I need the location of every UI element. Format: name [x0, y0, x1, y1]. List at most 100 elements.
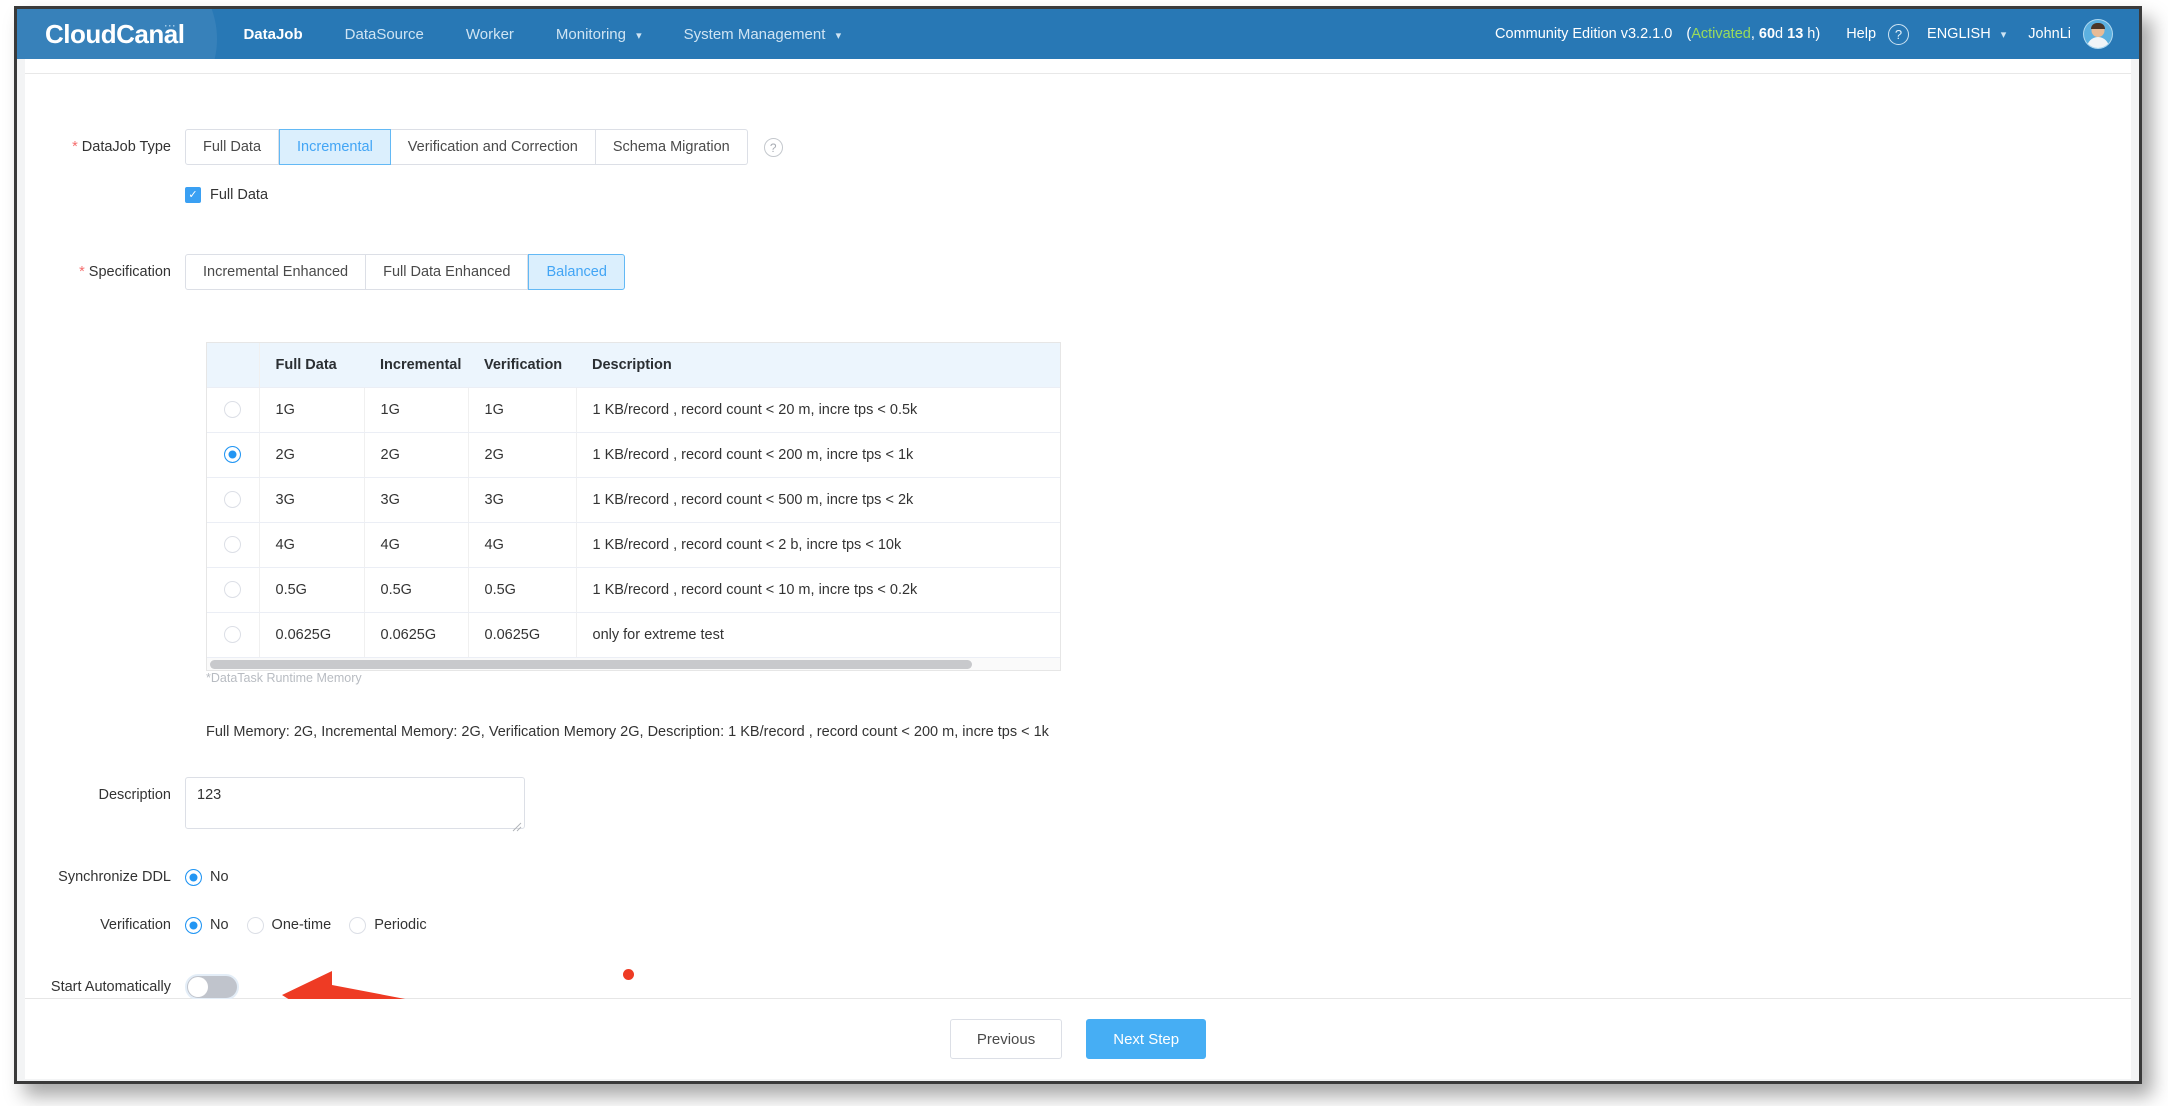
full-data-checkbox-label: Full Data [210, 187, 268, 203]
memory-summary-text: Full Memory: 2G, Incremental Memory: 2G,… [206, 724, 1049, 740]
license-days-value: 60 [1759, 26, 1775, 42]
language-selector[interactable]: ENGLISH ▾ [1927, 26, 2006, 42]
tab-full-data-label: Full Data [203, 139, 261, 155]
radio-button[interactable] [224, 626, 241, 643]
chevron-down-icon: ▾ [2001, 28, 2007, 41]
tab-schema-migration-label: Schema Migration [613, 139, 730, 155]
radio-label: No [210, 869, 229, 885]
tab-schema-migration[interactable]: Schema Migration [596, 129, 748, 165]
browser-frame: CloudCanal ··· DataJob DataSource Worker… [14, 6, 2142, 1084]
nav-item-monitoring-label: Monitoring [556, 26, 626, 43]
radio-button[interactable] [224, 401, 241, 418]
help-link[interactable]: Help [1846, 26, 1876, 42]
cell-full-data: 4G [259, 522, 364, 567]
cell-description: 1 KB/record , record count < 500 m, incr… [576, 477, 1060, 522]
specification-table-grid: Full Data Incremental Verification Descr… [207, 343, 1060, 657]
datajob-type-label-text: DataJob Type [82, 139, 171, 155]
col-incremental: Incremental [364, 343, 468, 387]
nav-item-monitoring[interactable]: Monitoring ▾ [556, 26, 642, 43]
tab-incremental-label: Incremental [297, 139, 373, 155]
license-status: (Activated, 60d 13 h) [1686, 26, 1820, 42]
top-navigation-bar: CloudCanal ··· DataJob DataSource Worker… [17, 9, 2139, 59]
row-radio-cell[interactable] [207, 522, 259, 567]
app-logo[interactable]: CloudCanal ··· [45, 19, 184, 50]
radio-button[interactable] [247, 917, 264, 934]
table-row[interactable]: 3G 3G 3G 1 KB/record , record count < 50… [207, 477, 1060, 522]
row-radio-cell[interactable] [207, 387, 259, 432]
table-row[interactable]: 0.0625G 0.0625G 0.0625G only for extreme… [207, 612, 1060, 657]
tab-balanced[interactable]: Balanced [528, 254, 624, 290]
nav-right-section: Community Edition v3.2.1.0 (Activated, 6… [1495, 19, 2139, 49]
radio-button[interactable] [349, 917, 366, 934]
avatar[interactable] [2083, 19, 2113, 49]
specification-table-head: Full Data Incremental Verification Descr… [207, 343, 1060, 387]
question-mark-icon[interactable]: ? [1888, 24, 1909, 45]
table-row[interactable]: 1G 1G 1G 1 KB/record , record count < 20… [207, 387, 1060, 432]
help-link-label: Help [1846, 26, 1876, 42]
runtime-memory-note: *DataTask Runtime Memory [206, 671, 362, 685]
table-row[interactable]: 2G 2G 2G 1 KB/record , record count < 20… [207, 432, 1060, 477]
check-mark-glyph: ✓ [188, 190, 197, 201]
tab-incremental-enhanced[interactable]: Incremental Enhanced [185, 254, 366, 290]
radio-button[interactable] [224, 581, 241, 598]
license-comma: , [1751, 26, 1759, 42]
next-step-button-label: Next Step [1113, 1031, 1179, 1048]
username-label[interactable]: JohnLi [2028, 26, 2071, 42]
tab-balanced-label: Balanced [546, 264, 606, 280]
logo-dots-decoration: ··· [164, 21, 176, 31]
help-glyph: ? [770, 141, 777, 155]
full-data-checkbox[interactable]: ✓ Full Data [185, 187, 268, 203]
description-input[interactable] [185, 777, 525, 829]
verification-label: Verification [25, 907, 185, 943]
radio-verification-periodic[interactable]: Periodic [349, 917, 426, 934]
table-header-row: Full Data Incremental Verification Descr… [207, 343, 1060, 387]
radio-button[interactable] [224, 491, 241, 508]
tab-full-data[interactable]: Full Data [185, 129, 279, 165]
start-automatically-control [185, 969, 239, 1000]
specification-label: *Specification [25, 254, 185, 290]
row-radio-cell[interactable] [207, 612, 259, 657]
verification-options: No One-time Periodic [185, 907, 445, 943]
cell-full-data: 3G [259, 477, 364, 522]
scrollbar-thumb[interactable] [210, 660, 972, 669]
radio-synchronize-ddl-no[interactable]: No [185, 869, 229, 886]
row-radio-cell[interactable] [207, 477, 259, 522]
nav-item-system-management[interactable]: System Management ▾ [684, 26, 841, 43]
cell-verification: 1G [468, 387, 576, 432]
cell-verification: 3G [468, 477, 576, 522]
radio-button-selected[interactable] [185, 917, 202, 934]
tab-incremental[interactable]: Incremental [279, 129, 391, 165]
cell-incremental: 4G [364, 522, 468, 567]
table-horizontal-scrollbar[interactable] [207, 657, 1060, 670]
table-row[interactable]: 0.5G 0.5G 0.5G 1 KB/record , record coun… [207, 567, 1060, 612]
nav-item-datasource[interactable]: DataSource [345, 26, 424, 43]
table-row[interactable]: 4G 4G 4G 1 KB/record , record count < 2 … [207, 522, 1060, 567]
col-full-data: Full Data [259, 343, 364, 387]
top-divider [25, 73, 2131, 74]
datajob-type-tabs: Full Data Incremental Verification and C… [185, 129, 748, 165]
col-description: Description [576, 343, 1060, 387]
nav-item-worker[interactable]: Worker [466, 26, 514, 43]
radio-button-selected[interactable] [224, 446, 241, 463]
description-row: Description [25, 777, 525, 834]
nav-item-datajob[interactable]: DataJob [243, 26, 302, 43]
radio-verification-no[interactable]: No [185, 917, 229, 934]
radio-button-selected[interactable] [185, 869, 202, 886]
row-radio-cell[interactable] [207, 432, 259, 477]
tab-verification-and-correction[interactable]: Verification and Correction [391, 129, 596, 165]
cell-full-data: 1G [259, 387, 364, 432]
radio-button[interactable] [224, 536, 241, 553]
next-step-button[interactable]: Next Step [1086, 1019, 1206, 1059]
tab-full-data-enhanced-label: Full Data Enhanced [383, 264, 510, 280]
start-automatically-toggle[interactable] [185, 974, 239, 1000]
tab-full-data-enhanced[interactable]: Full Data Enhanced [366, 254, 528, 290]
col-radio [207, 343, 259, 387]
specification-row: *Specification Incremental Enhanced Full… [25, 254, 625, 290]
specification-table-body: 1G 1G 1G 1 KB/record , record count < 20… [207, 387, 1060, 657]
datajob-type-help-icon[interactable]: ? [764, 138, 783, 157]
radio-verification-one-time[interactable]: One-time [247, 917, 332, 934]
cell-full-data: 2G [259, 432, 364, 477]
row-radio-cell[interactable] [207, 567, 259, 612]
cell-verification: 0.0625G [468, 612, 576, 657]
previous-button[interactable]: Previous [950, 1019, 1062, 1059]
